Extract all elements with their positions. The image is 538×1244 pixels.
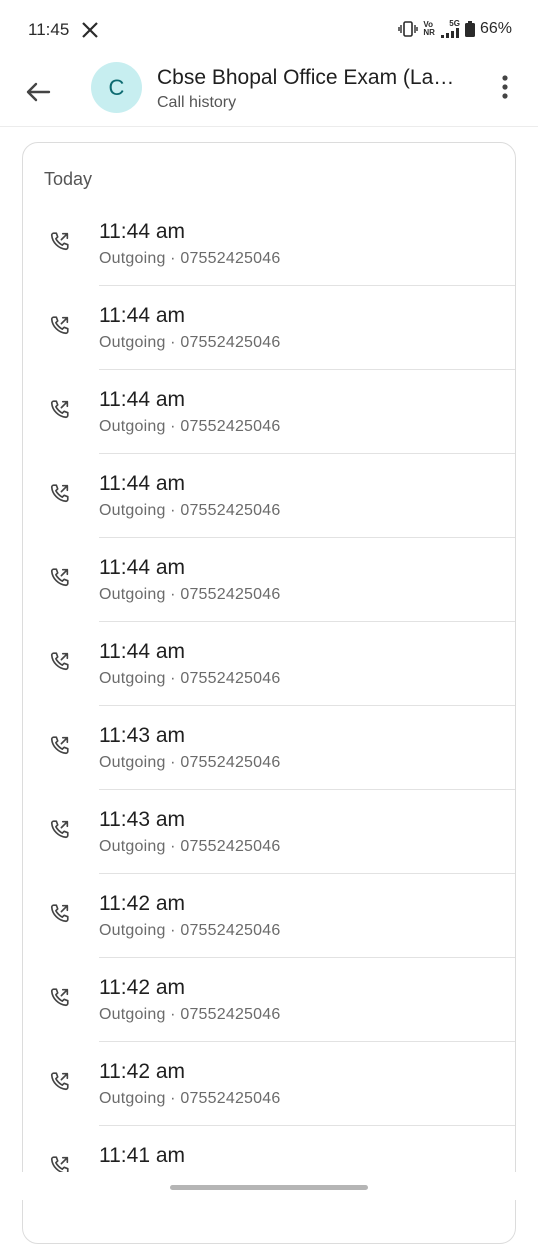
call-time: 11:42 am <box>99 976 185 999</box>
call-detail: Outgoing · 07552425046 <box>99 586 281 603</box>
x-logo-icon <box>82 22 98 38</box>
call-time: 11:44 am <box>99 556 185 579</box>
call-list: 11:44 am Outgoing · 07552425046 11:44 am Ou… <box>23 202 515 1210</box>
more-options-icon[interactable] <box>492 72 518 102</box>
call-detail: Outgoing · 07552425046 <box>99 250 281 267</box>
outgoing-call-icon <box>50 820 69 839</box>
status-icons: Vo NR 5G 66% <box>398 20 512 38</box>
back-arrow-icon[interactable] <box>18 72 58 112</box>
outgoing-call-icon <box>50 316 69 335</box>
call-time: 11:44 am <box>99 472 185 495</box>
status-time: 11:45 <box>28 20 70 39</box>
outgoing-call-icon <box>50 568 69 587</box>
call-detail: Outgoing · 07552425046 <box>99 418 281 435</box>
nr-label: NR <box>423 28 435 37</box>
call-row[interactable]: 11:43 am Outgoing · 07552425046 <box>23 706 515 790</box>
outgoing-call-icon <box>50 232 69 251</box>
contact-name: Cbse Bhopal Office Exam (La… <box>157 66 455 89</box>
call-time: 11:44 am <box>99 640 185 663</box>
call-time: 11:42 am <box>99 892 185 915</box>
call-row[interactable]: 11:42 am Outgoing · 07552425046 <box>23 874 515 958</box>
header-divider <box>0 126 538 127</box>
call-row[interactable]: 11:44 am Outgoing · 07552425046 <box>23 370 515 454</box>
call-row[interactable]: 11:44 am Outgoing · 07552425046 <box>23 454 515 538</box>
call-time: 11:44 am <box>99 220 185 243</box>
call-row[interactable]: 11:44 am Outgoing · 07552425046 <box>23 286 515 370</box>
call-time: 11:44 am <box>99 304 185 327</box>
app-bar: C Cbse Bhopal Office Exam (La… Call hist… <box>0 62 538 126</box>
vibrate-icon <box>398 21 419 37</box>
volte-indicator: Vo NR <box>423 21 435 37</box>
call-row[interactable]: 11:42 am Outgoing · 07552425046 <box>23 958 515 1042</box>
signal-icon <box>440 28 459 38</box>
call-row[interactable]: 11:44 am Outgoing · 07552425046 <box>23 538 515 622</box>
outgoing-call-icon <box>50 400 69 419</box>
call-history-card: Today 11:44 am Outgoing · 07552425046 11:4… <box>22 142 516 1244</box>
call-time: 11:41 am <box>99 1144 185 1167</box>
outgoing-call-icon <box>50 988 69 1007</box>
call-row[interactable]: 11:44 am Outgoing · 07552425046 <box>23 622 515 706</box>
call-time: 11:43 am <box>99 724 185 747</box>
call-detail: Outgoing · 07552425046 <box>99 838 281 855</box>
outgoing-call-icon <box>50 1072 69 1091</box>
call-time: 11:43 am <box>99 808 185 831</box>
page-subtitle: Call history <box>157 94 237 111</box>
call-time: 11:42 am <box>99 1060 185 1083</box>
call-row[interactable]: 11:44 am Outgoing · 07552425046 <box>23 202 515 286</box>
call-detail: Outgoing · 07552425046 <box>99 670 281 687</box>
network-label: 5G <box>449 19 460 28</box>
call-detail: Outgoing · 07552425046 <box>99 334 281 351</box>
call-detail: Outgoing · 07552425046 <box>99 922 281 939</box>
call-detail: Outgoing · 07552425046 <box>99 1090 281 1107</box>
outgoing-call-icon <box>50 652 69 671</box>
battery-percent: 66% <box>479 20 512 37</box>
call-row[interactable]: 11:42 am Outgoing · 07552425046 <box>23 1042 515 1126</box>
outgoing-call-icon <box>50 736 69 755</box>
call-detail: Outgoing · 07552425046 <box>99 754 281 771</box>
status-bar: 11:45 Vo NR 5G 66% <box>0 0 538 62</box>
outgoing-call-icon <box>50 904 69 923</box>
outgoing-call-icon <box>50 484 69 503</box>
call-time: 11:44 am <box>99 388 185 411</box>
call-detail: Outgoing · 07552425046 <box>99 502 281 519</box>
gesture-nav-handle[interactable] <box>170 1185 368 1190</box>
battery-icon <box>464 21 475 37</box>
call-detail: Outgoing · 07552425046 <box>99 1006 281 1023</box>
avatar[interactable]: C <box>91 62 142 113</box>
section-header-today: Today <box>44 169 93 189</box>
call-row[interactable]: 11:43 am Outgoing · 07552425046 <box>23 790 515 874</box>
